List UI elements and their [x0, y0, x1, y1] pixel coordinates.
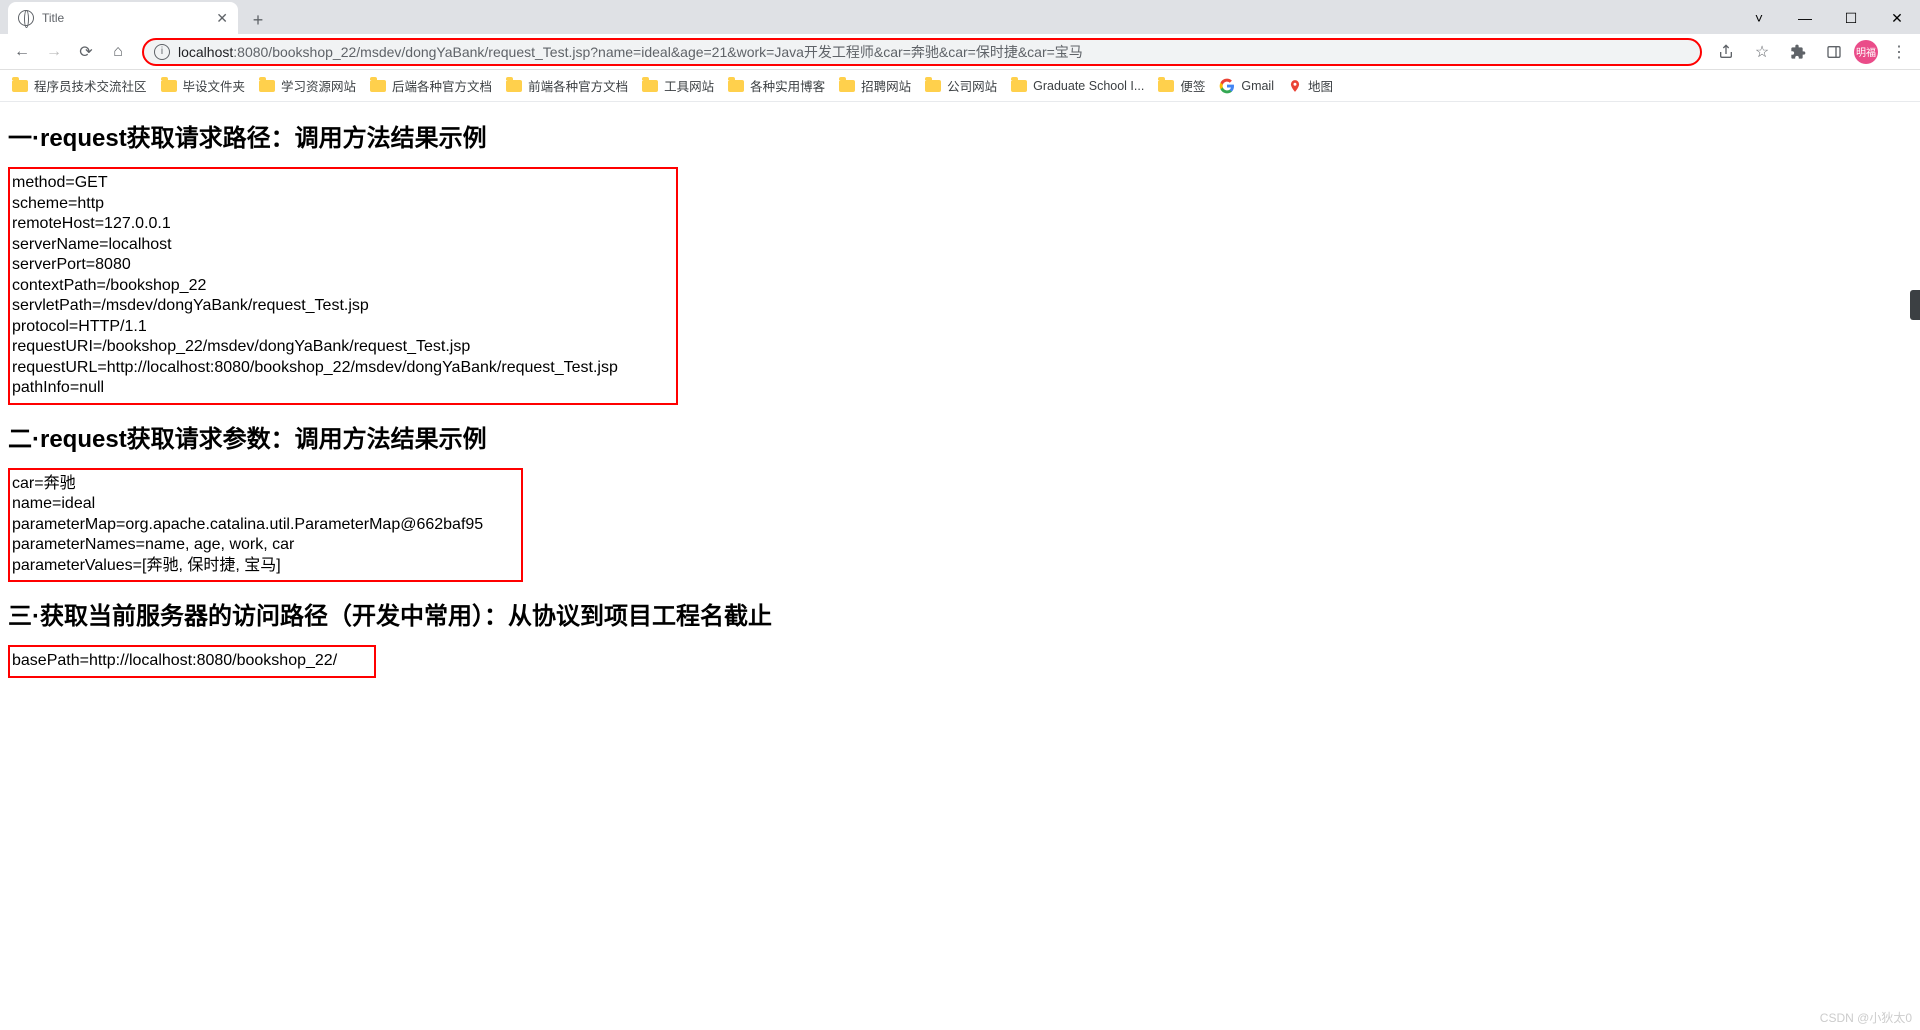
- close-window-button[interactable]: ✕: [1874, 2, 1920, 34]
- map-pin-icon: [1288, 79, 1302, 93]
- output-line: parameterNames=name, age, work, car: [12, 535, 519, 556]
- bookmark-item[interactable]: 学习资源网站: [259, 76, 356, 95]
- folder-icon: [1158, 80, 1174, 92]
- share-icon[interactable]: [1710, 38, 1742, 66]
- home-button[interactable]: ⌂: [102, 36, 134, 68]
- bookmark-item[interactable]: 公司网站: [925, 76, 997, 95]
- bookmark-item[interactable]: 工具网站: [642, 76, 714, 95]
- extensions-icon[interactable]: [1782, 38, 1814, 66]
- output-line: serverName=localhost: [12, 235, 674, 256]
- output-line: scheme=http: [12, 194, 674, 215]
- bookmark-item[interactable]: 毕设文件夹: [161, 76, 246, 95]
- new-tab-button[interactable]: +: [244, 6, 272, 34]
- output-line: requestURL=http://localhost:8080/booksho…: [12, 358, 674, 379]
- globe-icon: [18, 10, 34, 26]
- folder-icon: [161, 80, 177, 92]
- output-line: method=GET: [12, 173, 674, 194]
- output-line: serverPort=8080: [12, 255, 674, 276]
- address-bar[interactable]: i localhost:8080/bookshop_22/msdev/dongY…: [142, 38, 1702, 66]
- bookmark-item[interactable]: Graduate School I...: [1011, 79, 1144, 93]
- bookmark-item[interactable]: 各种实用博客: [728, 76, 825, 95]
- bookmark-item[interactable]: 前端各种官方文档: [506, 76, 628, 95]
- folder-icon: [642, 80, 658, 92]
- section3-title: 三·获取当前服务器的访问路径（开发中常用）：从协议到项目工程名截止: [8, 596, 1912, 631]
- folder-icon: [370, 80, 386, 92]
- sidepanel-icon[interactable]: [1818, 38, 1850, 66]
- toolbar: ← → ⟳ ⌂ i localhost:8080/bookshop_22/msd…: [0, 34, 1920, 70]
- folder-icon: [925, 80, 941, 92]
- minimize-button[interactable]: —: [1782, 2, 1828, 34]
- section3-box: basePath=http://localhost:8080/bookshop_…: [8, 645, 376, 678]
- page-content: 一·request获取请求路径：调用方法结果示例 method=GET sche…: [0, 102, 1920, 692]
- output-line: car=奔驰: [12, 474, 519, 495]
- bookmark-item[interactable]: 招聘网站: [839, 76, 911, 95]
- folder-icon: [728, 80, 744, 92]
- tab-title: Title: [42, 11, 64, 25]
- star-icon[interactable]: ☆: [1746, 38, 1778, 66]
- bookmark-map[interactable]: 地图: [1288, 76, 1333, 95]
- bookmark-item[interactable]: 后端各种官方文档: [370, 76, 492, 95]
- tab-bar: Title ✕ + ˅ — ☐ ✕: [0, 0, 1920, 34]
- site-info-icon[interactable]: i: [154, 44, 170, 60]
- close-icon[interactable]: ✕: [216, 10, 228, 27]
- output-line: pathInfo=null: [12, 378, 674, 399]
- output-line: basePath=http://localhost:8080/bookshop_…: [12, 651, 372, 672]
- folder-icon: [506, 80, 522, 92]
- google-icon: [1219, 78, 1235, 94]
- reload-button[interactable]: ⟳: [70, 36, 102, 68]
- output-line: name=ideal: [12, 494, 519, 515]
- side-handle[interactable]: [1910, 290, 1920, 320]
- forward-button[interactable]: →: [38, 36, 70, 68]
- section1-box: method=GET scheme=http remoteHost=127.0.…: [8, 167, 678, 405]
- output-line: protocol=HTTP/1.1: [12, 317, 674, 338]
- bookmark-gmail[interactable]: Gmail: [1219, 78, 1274, 94]
- folder-icon: [259, 80, 275, 92]
- menu-icon[interactable]: ⋮: [1882, 38, 1914, 66]
- output-line: contextPath=/bookshop_22: [12, 276, 674, 297]
- back-button[interactable]: ←: [6, 36, 38, 68]
- maximize-button[interactable]: ☐: [1828, 2, 1874, 34]
- folder-icon: [839, 80, 855, 92]
- output-line: requestURI=/bookshop_22/msdev/dongYaBank…: [12, 337, 674, 358]
- window-controls: ˅ — ☐ ✕: [1736, 2, 1920, 34]
- folder-icon: [1011, 80, 1027, 92]
- chevron-down-icon[interactable]: ˅: [1736, 2, 1782, 34]
- bookmark-item[interactable]: 便签: [1158, 76, 1205, 95]
- section2-title: 二·request获取请求参数：调用方法结果示例: [8, 419, 1912, 454]
- output-line: servletPath=/msdev/dongYaBank/request_Te…: [12, 296, 674, 317]
- section1-title: 一·request获取请求路径：调用方法结果示例: [8, 118, 1912, 153]
- output-line: parameterMap=org.apache.catalina.util.Pa…: [12, 515, 519, 536]
- browser-tab[interactable]: Title ✕: [8, 2, 238, 34]
- bookmarks-bar: 程序员技术交流社区 毕设文件夹 学习资源网站 后端各种官方文档 前端各种官方文档…: [0, 70, 1920, 102]
- url-text: localhost:8080/bookshop_22/msdev/dongYaB…: [178, 42, 1083, 62]
- bookmark-item[interactable]: 程序员技术交流社区: [12, 76, 147, 95]
- watermark: CSDN @小狄太0: [1820, 1009, 1912, 1026]
- output-line: remoteHost=127.0.0.1: [12, 214, 674, 235]
- output-line: parameterValues=[奔驰, 保时捷, 宝马]: [12, 556, 519, 577]
- profile-avatar[interactable]: 明福: [1854, 40, 1878, 64]
- folder-icon: [12, 80, 28, 92]
- section2-box: car=奔驰 name=ideal parameterMap=org.apach…: [8, 468, 523, 583]
